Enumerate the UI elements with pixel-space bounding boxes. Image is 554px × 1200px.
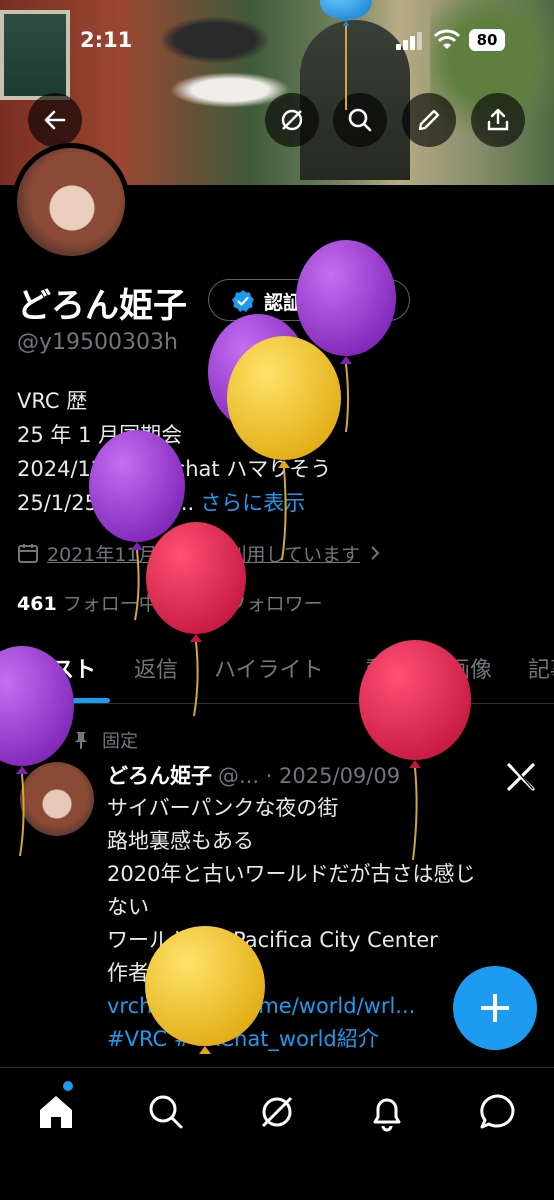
compose-button[interactable] bbox=[453, 966, 537, 1050]
home-icon[interactable] bbox=[34, 1090, 78, 1134]
grok-icon[interactable] bbox=[255, 1090, 299, 1134]
balloon-yellow bbox=[145, 926, 265, 1054]
balloon-yellow bbox=[227, 336, 341, 561]
home-notification-dot bbox=[63, 1081, 73, 1091]
balloon-overlay bbox=[0, 0, 471, 1054]
bottom-nav bbox=[0, 1067, 554, 1200]
search-icon[interactable] bbox=[144, 1090, 188, 1134]
balloon-purple bbox=[0, 646, 74, 857]
bell-icon[interactable] bbox=[365, 1090, 409, 1134]
balloon-blue bbox=[320, 0, 372, 110]
chat-icon[interactable] bbox=[476, 1090, 520, 1134]
balloon-red bbox=[359, 640, 471, 861]
balloon-red bbox=[146, 522, 246, 717]
